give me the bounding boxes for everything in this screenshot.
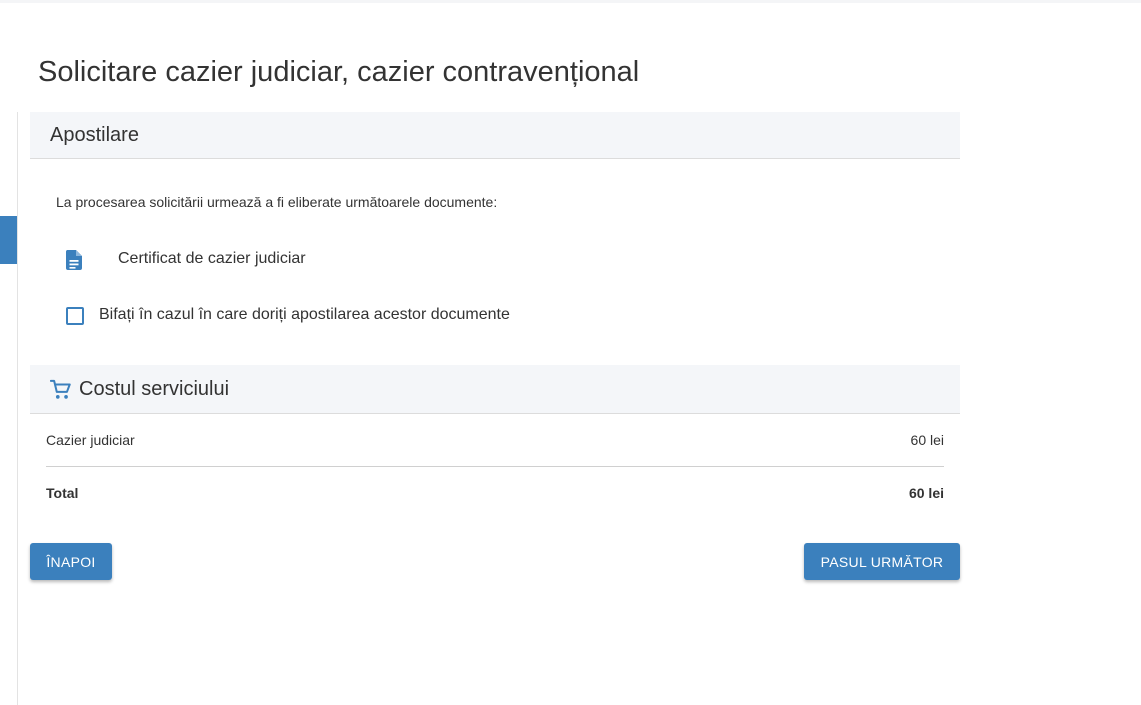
side-tab-handle[interactable] (0, 216, 17, 264)
page-title: Solicitare cazier judiciar, cazier contr… (38, 56, 640, 88)
apostille-checkbox-label[interactable]: Bifați în cazul în care doriți apostilar… (99, 306, 510, 324)
cost-line-item: Cazier judiciar 60 lei (46, 432, 944, 452)
cost-section-header: Costul serviciului (30, 365, 960, 414)
apostilare-header-label: Apostilare (50, 124, 139, 146)
apostille-checkbox[interactable] (66, 307, 84, 325)
document-item-label: Certificat de cazier judiciar (118, 250, 306, 267)
left-border (17, 112, 18, 705)
top-strip (0, 0, 1141, 3)
cost-total-value: 60 lei (908, 485, 944, 501)
documents-intro-text: La procesarea solicitării urmează a fi e… (56, 194, 498, 210)
next-step-button[interactable]: PASUL URMĂTOR (804, 543, 960, 580)
document-icon (65, 250, 82, 270)
back-button[interactable]: ÎNAPOI (30, 543, 112, 580)
cost-item-value: 60 lei (910, 432, 944, 448)
apostilare-section-header: Apostilare (30, 112, 960, 159)
cost-divider (46, 466, 944, 467)
cost-item-name: Cazier judiciar (46, 432, 135, 448)
cost-total-label: Total (46, 485, 79, 501)
cost-total-row: Total 60 lei (46, 485, 944, 505)
cost-header-label: Costul serviciului (79, 378, 230, 400)
cart-icon (50, 379, 71, 399)
